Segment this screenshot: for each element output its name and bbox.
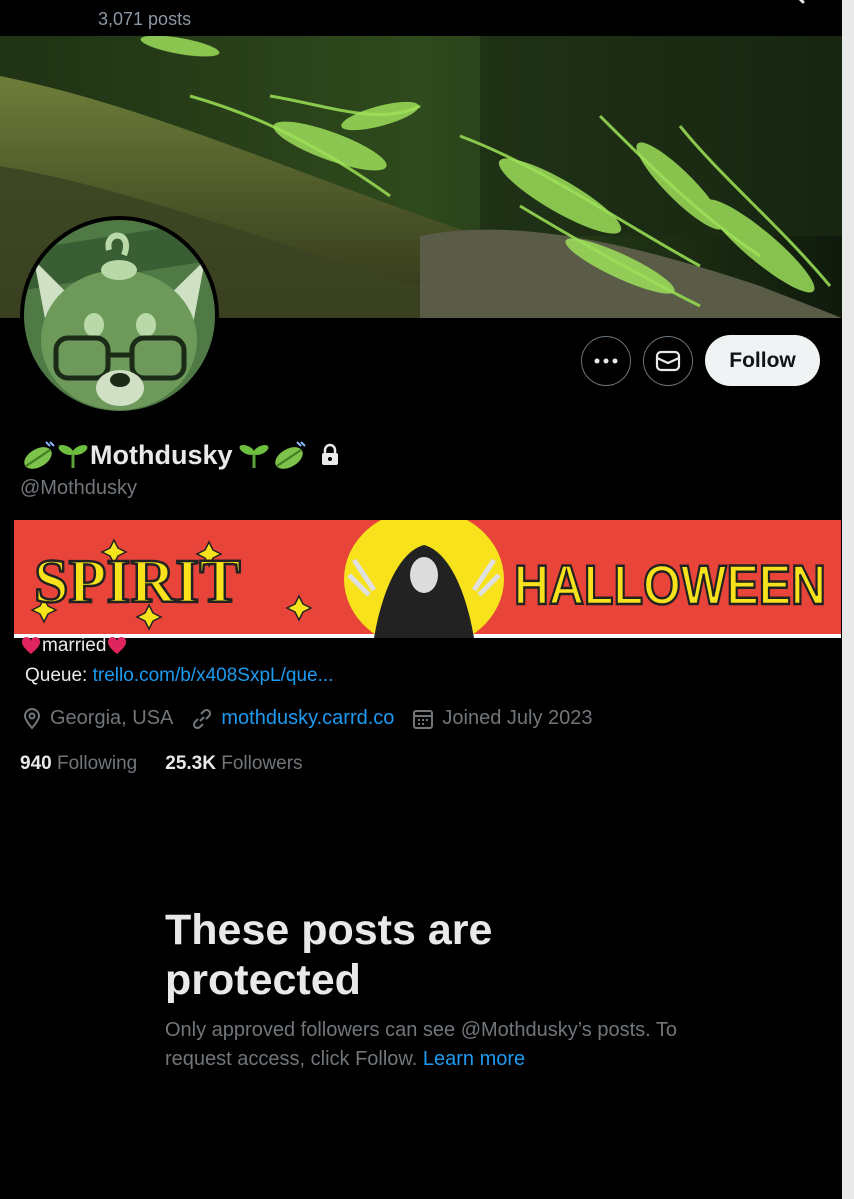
queue-link[interactable]: trello.com/b/x408SxpL/que...	[93, 665, 334, 686]
location-icon	[23, 707, 41, 730]
joined-text: Joined July 2023	[442, 707, 593, 729]
message-icon	[655, 350, 681, 372]
name-emoji-left	[20, 440, 88, 470]
website-link[interactable]: mothdusky.carrd.co	[221, 707, 394, 730]
page-edge	[842, 0, 854, 1199]
protected-title: These posts are protected	[165, 906, 493, 1004]
follow-button[interactable]: Follow	[705, 335, 820, 386]
display-name: Mothdusky	[90, 439, 233, 470]
post-count: 3,071 posts	[98, 9, 192, 29]
name-emoji-right	[239, 440, 307, 470]
following-stat[interactable]: 940 Following	[20, 753, 137, 775]
link-icon	[193, 708, 212, 729]
fox-avatar-image	[24, 220, 215, 411]
following-count: 940	[20, 753, 52, 774]
spirit-halloween-image: SPIRIT HALLOWEEN	[14, 509, 841, 649]
join-date: Joined July 2023	[412, 707, 593, 730]
bio-married-text: married	[42, 635, 107, 656]
bio-line-queue: Queue: trello.com/b/x408SxpL/que...	[25, 665, 333, 687]
profile-meta: Georgia, USA mothdusky.carrd.co Joined J…	[22, 707, 611, 730]
leaf-icon	[274, 441, 306, 469]
followers-label: Followers	[221, 753, 303, 774]
lock-icon	[321, 443, 338, 465]
search-icon[interactable]	[776, 0, 806, 12]
followers-stat[interactable]: 25.3K Followers	[165, 753, 302, 775]
heart-icon	[108, 636, 127, 654]
followers-count: 25.3K	[165, 753, 216, 774]
spirit-text: SPIRIT	[34, 548, 241, 616]
protected-body-text: Only approved followers can see @Mothdus…	[165, 1019, 678, 1070]
heart-icon	[21, 636, 41, 654]
bio-line-married: married	[20, 635, 128, 657]
back-arrow-icon[interactable]	[14, 0, 44, 10]
location: Georgia, USA	[22, 707, 173, 730]
more-options-button[interactable]	[581, 336, 631, 386]
seedling-icon	[239, 445, 268, 468]
protected-body: Only approved followers can see @Mothdus…	[165, 1016, 685, 1074]
website[interactable]: mothdusky.carrd.co	[191, 707, 394, 730]
seedling-icon	[58, 445, 88, 468]
location-text: Georgia, USA	[50, 707, 174, 729]
learn-more-link[interactable]: Learn more	[423, 1048, 525, 1070]
more-icon	[594, 358, 618, 364]
avatar[interactable]	[20, 216, 219, 415]
queue-label: Queue:	[25, 665, 93, 686]
halloween-text: HALLOWEEN	[514, 553, 826, 616]
handle: @Mothdusky	[20, 477, 138, 499]
calendar-icon	[413, 709, 434, 729]
follow-stats: 940 Following 25.3K Followers	[20, 753, 331, 775]
top-bar: 3,071 posts	[0, 0, 854, 36]
leaf-icon	[24, 441, 55, 469]
display-name-row: Mothdusky	[20, 435, 341, 475]
message-button[interactable]	[643, 336, 693, 386]
following-label: Following	[56, 753, 138, 774]
